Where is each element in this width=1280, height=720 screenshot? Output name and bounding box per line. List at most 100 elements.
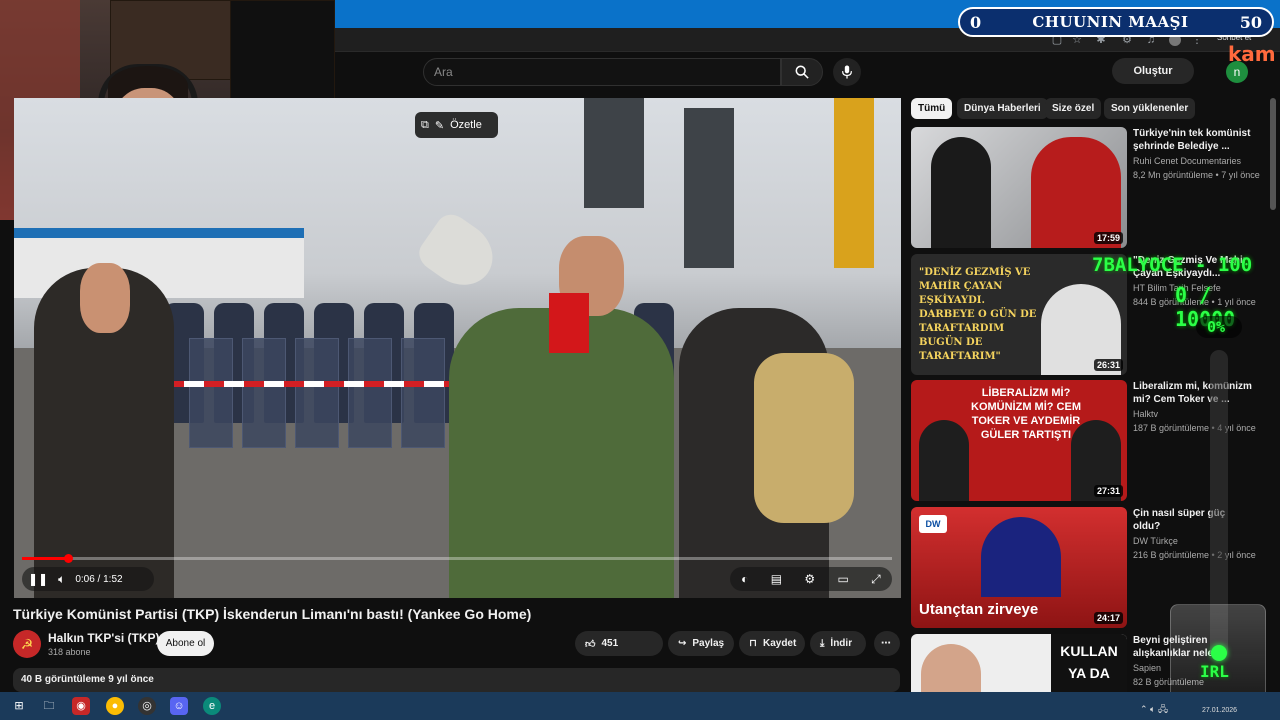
chuunin-current: 0: [970, 12, 982, 32]
kam-brand-text: kam: [1228, 42, 1276, 66]
recommendation-channel[interactable]: Halktv: [1133, 409, 1158, 419]
recommendation-channel[interactable]: Ruhi Cenet Documentaries: [1133, 156, 1241, 166]
fullscreen-icon[interactable]: ⤢: [871, 572, 881, 587]
backpack: [754, 353, 854, 523]
riot-shield: [295, 338, 339, 448]
autoplay-toggle-icon[interactable]: ◐: [741, 572, 748, 586]
save-label: Kaydet: [762, 638, 797, 649]
recommendation-meta: 8,2 Mn görüntüleme • 7 yıl önce: [1133, 170, 1260, 180]
subscribe-button[interactable]: Abone ol: [157, 631, 214, 656]
goal-overlay-line1: 7BALYOCE - 100: [1092, 254, 1253, 276]
summarize-label: Özetle: [450, 119, 482, 131]
progress-bar[interactable]: [22, 557, 892, 560]
irl-label: IRL: [1200, 662, 1229, 681]
recommendation-title[interactable]: Liberalizm mi, komünizm mi? Cem Toker ve…: [1133, 380, 1253, 406]
recommendation-title[interactable]: Türkiye'nin tek komünist şehrinde Beledi…: [1133, 127, 1253, 153]
share-label: Paylaş: [692, 638, 725, 649]
chip-all[interactable]: Tümü: [911, 98, 953, 119]
description-box[interactable]: 40 B görüntüleme 9 yıl önce: [13, 668, 900, 692]
bookmark-icon: ⊓: [749, 638, 757, 649]
video-player[interactable]: [14, 98, 901, 598]
goal-percent: 0%: [1207, 318, 1226, 336]
progress-fill: [22, 557, 69, 560]
player-controls-right: ◐ ▤ ⚙ ▭ ⤢: [730, 567, 892, 591]
recommendation-item[interactable]: 17:59 Türkiye'nin tek komünist şehrinde …: [911, 127, 1271, 251]
search-icon: [795, 65, 809, 79]
subscriber-count: 318 abone: [48, 647, 91, 657]
theater-mode-icon[interactable]: ▭: [838, 572, 849, 586]
recommendation-channel[interactable]: DW Türkçe: [1133, 536, 1178, 546]
port-crane: [584, 98, 644, 208]
like-count: 451: [601, 638, 619, 649]
channel-avatar[interactable]: ☭: [13, 630, 41, 658]
download-label: İndir: [830, 638, 853, 649]
player-controls-left: ❚❚ 🔈︎ 0:06 / 1:52: [22, 567, 154, 591]
search-button[interactable]: [781, 58, 823, 86]
discord-icon[interactable]: ☺: [170, 697, 188, 715]
settings-gear-icon[interactable]: ⚙: [804, 572, 815, 586]
red-scarf: [549, 293, 589, 353]
obs-icon[interactable]: ◎: [138, 697, 156, 715]
thumb-caption: Utançtan zirveye: [919, 601, 1039, 618]
video-thumbnail[interactable]: DW Utançtan zirveye 24:17: [911, 507, 1127, 628]
download-button[interactable]: ⤓ İndir: [810, 631, 866, 656]
thumb-person: [931, 137, 991, 248]
thumb-caption: "DENİZ GEZMİŞ VE MAHİR ÇAYAN EŞKİYAYDI. …: [919, 267, 1037, 362]
microphone-icon: [842, 65, 852, 79]
share-icon: ↪: [678, 638, 687, 649]
chrome-icon[interactable]: ●: [106, 697, 124, 715]
thumb-person: [921, 644, 981, 692]
miniplayer-icon: ⧉: [421, 118, 429, 131]
sidebar-scrollbar[interactable]: [1270, 98, 1276, 210]
chip-recent[interactable]: Son yüklenenler: [1104, 98, 1196, 119]
like-button[interactable]: 👍︎ 451: [575, 631, 663, 656]
subtitles-icon[interactable]: ▤: [771, 572, 782, 586]
chuunin-goal: 50: [1239, 12, 1262, 32]
more-actions-button[interactable]: ⋯: [874, 631, 900, 656]
chuunin-title: CHUUNIN MAAŞI: [1032, 13, 1189, 31]
screen: ▢ ☆ ✱ ⚙ ♫ ⋮ Sohbet et Ara Oluştur n ⧉ ✎ …: [0, 0, 1280, 720]
recommendation-meta: 187 B görüntüleme • 4 yıl önce: [1133, 423, 1256, 433]
channel-name[interactable]: Halkın TKP'si (TKP): [48, 631, 160, 645]
megaphone: [413, 208, 505, 298]
edge-icon[interactable]: e: [203, 697, 221, 715]
video-thumbnail[interactable]: KULLAN YA DA: [911, 634, 1127, 692]
thumbs-up-icon: 👍︎: [585, 638, 596, 650]
tray-icons[interactable]: ⌃ 🔈︎ 🖧︎: [1140, 702, 1168, 718]
search-input[interactable]: Ara: [423, 58, 781, 86]
summarize-button[interactable]: ⧉ ✎ Özetle: [415, 112, 498, 138]
police-tape: [164, 381, 464, 387]
voice-search-button[interactable]: [833, 58, 861, 86]
chip-for-you[interactable]: Size özel: [1045, 98, 1102, 119]
file-explorer-icon[interactable]: 🗀︎: [40, 697, 58, 715]
thumb-caption: KULLAN YA DA: [1051, 634, 1127, 692]
riot-shield: [401, 338, 445, 448]
recommendation-title[interactable]: Çin nasıl süper güç oldu?: [1133, 507, 1253, 533]
riot-shield: [189, 338, 233, 448]
chip-world-news[interactable]: Dünya Haberleri: [957, 98, 1048, 119]
save-button[interactable]: ⊓ Kaydet: [739, 631, 805, 656]
taskbar-date: 27.01.2026: [1202, 707, 1238, 714]
download-icon: ⤓: [820, 638, 825, 649]
share-button[interactable]: ↪ Paylaş: [668, 631, 734, 656]
riot-shield: [348, 338, 392, 448]
pause-icon[interactable]: ❚❚: [28, 572, 48, 586]
app-icon[interactable]: ◉: [72, 697, 90, 715]
duration-badge: 27:31: [1093, 485, 1123, 497]
video-thumbnail[interactable]: 17:59: [911, 127, 1127, 248]
volume-icon[interactable]: 🔈︎: [58, 572, 65, 587]
video-thumbnail[interactable]: LİBERALİZM Mİ? KOMÜNİZM Mİ? CEM TOKER VE…: [911, 380, 1127, 501]
thumb-person: [919, 420, 969, 501]
yellow-crane: [834, 98, 874, 268]
gauge-level-dot: [1211, 645, 1227, 661]
recommendation-channel[interactable]: Sapien: [1133, 663, 1161, 673]
man-left-face: [80, 263, 130, 333]
dw-logo: DW: [919, 515, 947, 533]
thumb-caption: LİBERALİZM Mİ? KOMÜNİZM Mİ? CEM TOKER VE…: [971, 387, 1081, 441]
duration-badge: 26:31: [1093, 359, 1123, 371]
duration-badge: 24:17: [1093, 612, 1123, 624]
more-dots-icon: ⋯: [881, 638, 891, 649]
create-button[interactable]: Oluştur: [1112, 58, 1194, 84]
chuunin-salary-bar: 0 CHUUNIN MAAŞI 50: [958, 7, 1274, 37]
windows-start-icon[interactable]: ⊞: [10, 697, 28, 715]
